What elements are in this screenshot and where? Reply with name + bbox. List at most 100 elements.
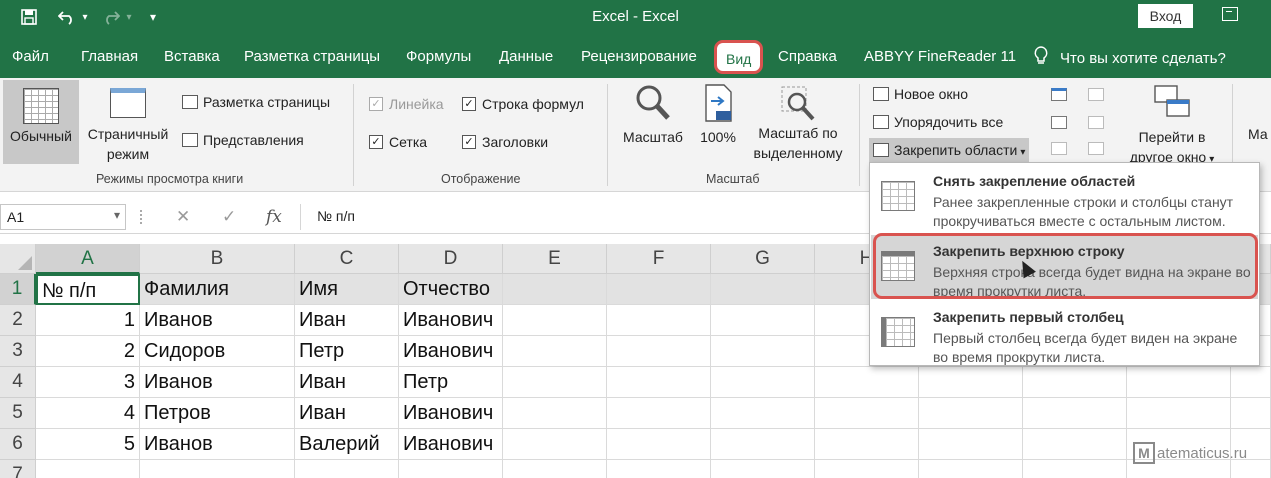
table-cell[interactable] — [815, 398, 919, 429]
switch-windows-button[interactable]: Перейти в другое окно ▾ — [1120, 84, 1224, 165]
table-cell[interactable]: Петров — [140, 398, 295, 429]
table-cell[interactable]: Иванов — [140, 429, 295, 460]
table-cell[interactable]: Имя — [295, 274, 399, 305]
column-header[interactable]: D — [399, 244, 503, 274]
tab-review[interactable]: Рецензирование — [581, 48, 697, 65]
login-button[interactable]: Вход — [1138, 4, 1193, 28]
tab-file[interactable]: Файл — [12, 48, 49, 65]
table-cell[interactable]: Петр — [295, 336, 399, 367]
column-header[interactable]: F — [607, 244, 711, 274]
page-layout-view-button[interactable]: Разметка страницы — [182, 94, 330, 110]
table-cell[interactable]: 2 — [36, 336, 140, 367]
gridlines-checkbox[interactable]: ✓ Сетка — [369, 134, 427, 150]
enter-icon[interactable]: ✓ — [222, 207, 236, 227]
table-cell[interactable] — [919, 460, 1023, 478]
split-icon[interactable] — [1051, 88, 1067, 101]
hide-window-icon[interactable] — [1051, 116, 1067, 129]
table-cell[interactable]: Иванович — [399, 429, 503, 460]
table-cell[interactable] — [815, 367, 919, 398]
table-cell[interactable] — [1127, 367, 1231, 398]
table-cell[interactable]: Петр — [399, 367, 503, 398]
row-header[interactable]: 7 — [0, 460, 36, 478]
table-cell[interactable] — [1023, 367, 1127, 398]
headings-checkbox[interactable]: ✓ Заголовки — [462, 134, 548, 150]
table-cell[interactable]: Иванов — [140, 305, 295, 336]
table-cell[interactable] — [607, 367, 711, 398]
table-cell[interactable] — [1023, 429, 1127, 460]
table-cell[interactable]: Иван — [295, 398, 399, 429]
normal-view-button[interactable]: Обычный — [3, 80, 79, 164]
table-cell[interactable] — [711, 398, 815, 429]
table-cell[interactable] — [399, 460, 503, 478]
table-cell[interactable] — [503, 460, 607, 478]
table-cell[interactable]: Иванович — [399, 398, 503, 429]
select-all-button[interactable] — [0, 244, 36, 274]
table-cell[interactable]: 1 — [36, 305, 140, 336]
table-cell[interactable] — [711, 367, 815, 398]
formula-bar-checkbox[interactable]: ✓ Строка формул — [462, 96, 584, 112]
table-cell[interactable] — [1231, 367, 1271, 398]
table-cell[interactable] — [503, 429, 607, 460]
table-cell[interactable] — [919, 367, 1023, 398]
arrange-all-button[interactable]: Упорядочить все — [873, 114, 1003, 130]
column-header[interactable]: E — [503, 244, 607, 274]
sync-scroll-icon[interactable] — [1088, 116, 1104, 129]
table-cell[interactable]: 4 — [36, 398, 140, 429]
table-cell[interactable] — [815, 429, 919, 460]
name-box[interactable]: A1 — [0, 204, 126, 230]
column-header[interactable]: A — [36, 244, 140, 274]
table-cell[interactable] — [295, 460, 399, 478]
zoom-button[interactable]: Масштаб — [619, 84, 687, 145]
insert-function-icon[interactable]: fx — [266, 207, 282, 227]
tell-me-search[interactable]: Что вы хотите сделать? — [1034, 46, 1226, 70]
column-header[interactable]: G — [711, 244, 815, 274]
table-cell[interactable] — [607, 274, 711, 305]
table-cell[interactable] — [607, 305, 711, 336]
table-cell[interactable] — [503, 336, 607, 367]
freeze-first-column-item[interactable]: Закрепить первый столбец Первый столбец … — [871, 301, 1258, 365]
unfreeze-panes-item[interactable]: Снять закрепление областей Ранее закрепл… — [871, 165, 1258, 229]
column-header[interactable]: B — [140, 244, 295, 274]
new-window-button[interactable]: Новое окно — [873, 86, 968, 102]
ribbon-display-options-icon[interactable] — [1222, 7, 1238, 21]
table-cell[interactable] — [711, 429, 815, 460]
zoom-100-button[interactable]: 100% — [696, 84, 740, 145]
row-header[interactable]: 6 — [0, 429, 36, 460]
table-cell[interactable] — [919, 429, 1023, 460]
table-cell[interactable] — [711, 274, 815, 305]
table-cell[interactable] — [1023, 398, 1127, 429]
row-header[interactable]: 3 — [0, 336, 36, 367]
table-cell[interactable] — [140, 460, 295, 478]
tab-view[interactable]: Вид — [714, 40, 764, 74]
tab-data[interactable]: Данные — [499, 48, 553, 65]
table-cell[interactable]: Иванов — [140, 367, 295, 398]
table-cell[interactable]: 3 — [36, 367, 140, 398]
table-cell[interactable]: Иванович — [399, 305, 503, 336]
table-cell[interactable] — [1127, 398, 1231, 429]
freeze-panes-button[interactable]: Закрепить области ▾ — [869, 138, 1030, 164]
table-cell[interactable] — [919, 398, 1023, 429]
table-cell[interactable]: Отчество — [399, 274, 503, 305]
tab-home[interactable]: Главная — [81, 48, 138, 65]
custom-views-button[interactable]: Представления — [182, 132, 304, 148]
row-header[interactable]: 5 — [0, 398, 36, 429]
page-break-view-button[interactable]: Страничный режим — [84, 80, 172, 164]
table-cell[interactable]: Иванович — [399, 336, 503, 367]
table-cell[interactable]: Сидоров — [140, 336, 295, 367]
table-cell[interactable] — [503, 398, 607, 429]
table-cell[interactable]: 5 — [36, 429, 140, 460]
table-cell[interactable] — [36, 460, 140, 478]
tab-insert[interactable]: Вставка — [164, 48, 220, 65]
resize-handle[interactable] — [140, 210, 144, 224]
unhide-window-icon[interactable] — [1051, 142, 1067, 155]
table-cell[interactable] — [711, 305, 815, 336]
table-cell[interactable] — [1023, 460, 1127, 478]
table-cell[interactable]: Иван — [295, 305, 399, 336]
ruler-checkbox[interactable]: ✓ Линейка — [369, 96, 444, 112]
table-cell[interactable] — [503, 305, 607, 336]
tab-page-layout[interactable]: Разметка страницы — [244, 48, 380, 65]
zoom-to-selection-button[interactable]: Масштаб по выделенному — [748, 84, 848, 161]
table-cell[interactable]: Фамилия — [140, 274, 295, 305]
table-cell[interactable] — [607, 336, 711, 367]
tab-formulas[interactable]: Формулы — [406, 48, 471, 65]
